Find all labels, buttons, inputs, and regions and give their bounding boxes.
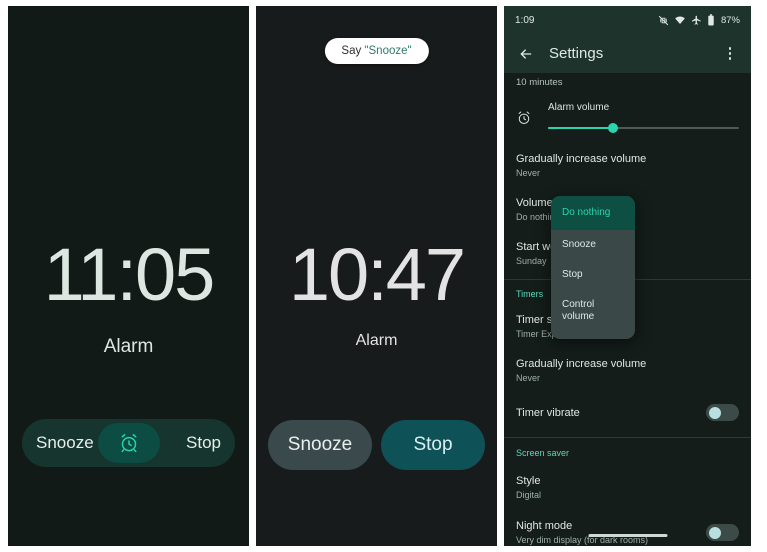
row-style[interactable]: Style Digital — [504, 474, 751, 501]
snooze-button[interactable]: Snooze — [268, 420, 372, 470]
alarm-voice-screen: Say "Snooze" 10:47 Alarm Snooze Stop — [256, 6, 497, 546]
battery-percentage: 87% — [720, 14, 740, 26]
voice-hint-chip: Say "Snooze" — [324, 38, 429, 64]
alarm-action-buttons: Snooze Stop — [268, 420, 485, 470]
alarm-volume-row[interactable]: Alarm volume — [504, 102, 751, 134]
alarm-volume-label: Alarm volume — [548, 102, 610, 113]
snooze-label[interactable]: Snooze — [22, 433, 108, 453]
stop-label[interactable]: Stop — [172, 433, 235, 453]
section-divider — [504, 437, 751, 438]
toggle-knob — [709, 526, 721, 539]
row-title: Timer vibrate — [516, 406, 580, 419]
timer-vibrate-toggle[interactable] — [706, 404, 739, 421]
alarm-firing-screen: 11:05 Alarm Snooze Stop — [8, 6, 249, 546]
back-arrow-icon[interactable] — [514, 46, 538, 62]
right-margin — [751, 0, 759, 552]
airplane-mode-icon — [691, 15, 702, 26]
row-title: Gradually increase volume — [516, 153, 647, 165]
slider-knob-handle[interactable] — [97, 423, 160, 463]
vibrate-off-icon — [658, 15, 669, 26]
section-header-screen-saver: Screen saver — [516, 448, 570, 458]
dropdown-item-snooze[interactable]: Snooze — [551, 230, 635, 260]
status-bar: 1:09 87% — [504, 6, 751, 34]
row-gradually-increase-volume[interactable]: Gradually increase volume Never — [504, 152, 751, 179]
alarm-volume-body: Alarm volume — [542, 102, 739, 134]
partial-row-value: 10 minutes — [516, 77, 563, 88]
panel-gap-1 — [249, 0, 256, 552]
alarm-volume-slider[interactable] — [548, 122, 739, 134]
more-options-icon[interactable] — [719, 47, 741, 60]
alarm-clock-icon — [516, 110, 542, 126]
alarm-time: 10:47 — [288, 233, 466, 316]
row-night-mode[interactable]: Night mode Very dim display (for dark ro… — [504, 519, 751, 546]
panel-alarm-voice: Say "Snooze" 10:47 Alarm Snooze Stop — [256, 6, 497, 546]
night-mode-toggle[interactable] — [706, 524, 739, 541]
page-title: Settings — [549, 45, 604, 62]
toggle-knob — [709, 406, 721, 419]
app-bar: Settings — [504, 34, 751, 73]
slider-thumb[interactable] — [607, 123, 618, 133]
panel-settings: 1:09 87% Settings 10 minutes Alarm volum… — [504, 6, 751, 546]
dropdown-item-stop[interactable]: Stop — [551, 260, 635, 290]
row-timer-vibrate[interactable]: Timer vibrate — [504, 404, 751, 421]
slider-fill — [548, 127, 613, 129]
panel-alarm-firing: 11:05 Alarm Snooze Stop — [8, 6, 249, 546]
row-subtitle: Never — [516, 373, 541, 383]
dropdown-item-do-nothing[interactable]: Do nothing — [551, 196, 635, 230]
alarm-label: Alarm — [355, 332, 398, 349]
row-subtitle: Digital — [516, 490, 542, 500]
volume-buttons-dropdown-menu[interactable]: Do nothing Snooze Stop Control volume — [551, 196, 635, 339]
voice-hint-keyword: "Snooze" — [364, 45, 412, 57]
row-title: Night mode — [516, 520, 573, 532]
alarm-time: 11:05 — [43, 233, 216, 316]
wifi-icon — [674, 15, 686, 26]
stop-button[interactable]: Stop — [381, 420, 485, 470]
navigation-home-pill[interactable] — [588, 534, 667, 537]
dropdown-item-control-volume[interactable]: Control volume — [551, 290, 635, 332]
voice-hint-prefix: Say — [341, 45, 362, 57]
settings-screen: 1:09 87% Settings 10 minutes Alarm volum… — [504, 6, 751, 546]
night-mode-text: Night mode Very dim display (for dark ro… — [516, 519, 648, 546]
panel-gap-2 — [497, 0, 504, 552]
row-title: Style — [516, 475, 541, 487]
row-timer-gradually-increase-volume[interactable]: Gradually increase volume Never — [504, 357, 751, 384]
alarm-label: Alarm — [103, 336, 154, 357]
snooze-stop-slider[interactable]: Snooze Stop — [22, 419, 235, 467]
status-bar-icons: 87% — [658, 14, 740, 26]
row-subtitle: Never — [516, 168, 541, 178]
row-title: Gradually increase volume — [516, 358, 647, 370]
battery-icon — [707, 14, 715, 26]
three-panel-screenshot-board: 11:05 Alarm Snooze Stop Say "Snooze" 10:… — [0, 0, 767, 552]
status-bar-clock: 1:09 — [515, 14, 535, 26]
alarm-clock-icon — [118, 432, 140, 454]
left-margin — [0, 0, 8, 552]
